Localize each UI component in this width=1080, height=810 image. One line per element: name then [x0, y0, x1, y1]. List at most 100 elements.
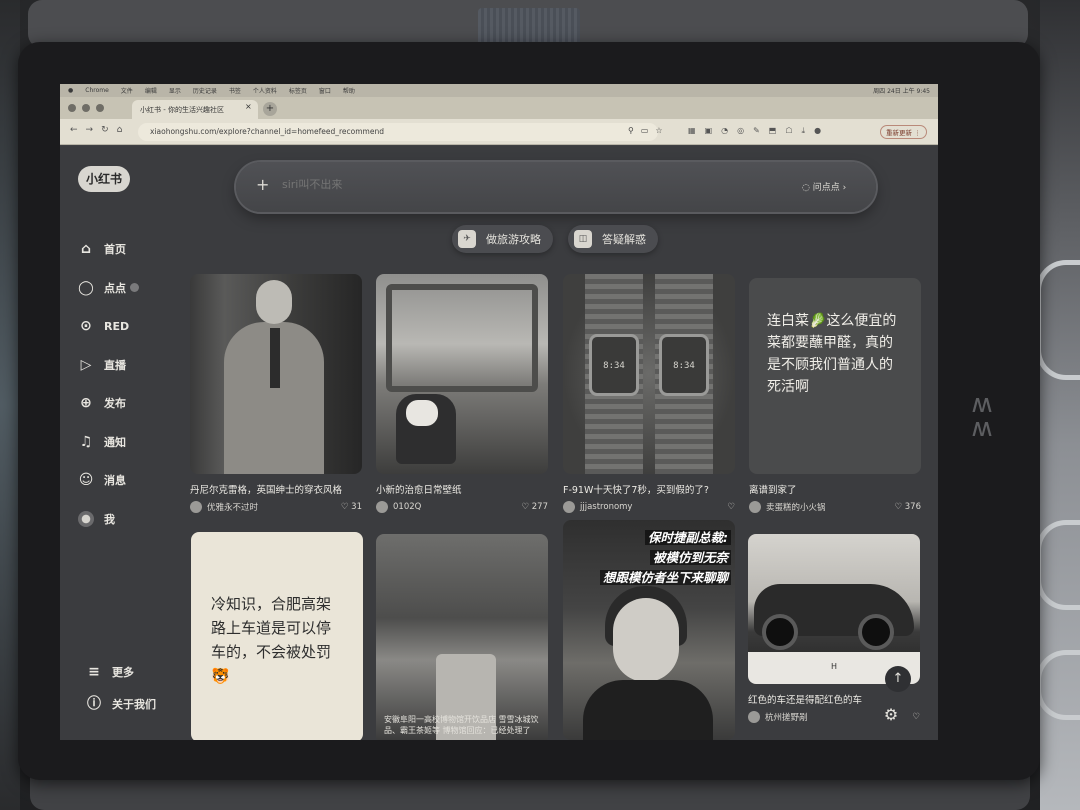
author-name[interactable]: 优雅永不过时: [207, 501, 258, 513]
address-bar[interactable]: xiaohongshu.com/explore?channel_id=homef…: [138, 123, 658, 141]
menu-item[interactable]: 书签: [229, 86, 241, 95]
menu-item[interactable]: 历史记录: [193, 86, 217, 95]
sidebar-item-about[interactable]: ⓘ 关于我们: [86, 688, 186, 720]
card-title[interactable]: 离谱到家了: [749, 482, 921, 496]
home-icon[interactable]: ⌂: [117, 125, 131, 135]
menu-item[interactable]: 文件: [121, 86, 133, 95]
tab-close-icon[interactable]: ×: [245, 102, 252, 111]
card-cover-text[interactable]: 连白菜🥬这么便宜的菜都要蘸甲醛，真的是不顾我们普通人的死活啊: [749, 278, 921, 474]
chip-label: 答疑解惑: [602, 233, 646, 246]
sidebar-item-home[interactable]: ⌂ 首页: [78, 230, 178, 269]
extension-icon[interactable]: ▣: [705, 126, 722, 135]
ask-button[interactable]: ◌ 问点点 ›: [802, 180, 846, 193]
extension-icon[interactable]: ✎: [753, 126, 769, 135]
settings-gear-icon[interactable]: ⚙: [878, 702, 904, 728]
author-avatar[interactable]: [749, 501, 761, 513]
extension-icon[interactable]: ▦: [688, 126, 705, 135]
sidebar-item-diandian[interactable]: ◯ 点点: [78, 269, 178, 308]
extension-icon[interactable]: ⬒: [769, 126, 786, 135]
menu-item[interactable]: 显示: [169, 86, 181, 95]
menu-item[interactable]: 个人资料: [253, 86, 277, 95]
brand-logo[interactable]: 小红书: [78, 166, 130, 192]
feed-card[interactable]: 保时捷副总裁: 被模仿到无奈 想跟模仿者坐下来聊聊: [563, 520, 735, 740]
author-name[interactable]: 卖蛋糕的小火锅: [766, 501, 826, 513]
card-cover-photo[interactable]: [190, 274, 362, 474]
search-input[interactable]: [282, 178, 682, 191]
apple-icon[interactable]: ●: [68, 87, 73, 94]
author-name[interactable]: 0102Q: [393, 502, 421, 512]
back-icon[interactable]: ←: [70, 125, 86, 135]
sidebar-item-red[interactable]: ⊙ RED: [78, 307, 178, 346]
download-icon[interactable]: ⤓: [802, 126, 815, 135]
feed-card[interactable]: 丹尼尔克雷格，英国绅士的穿衣风格 优雅永不过时 ♡ 31: [190, 274, 362, 513]
like-count[interactable]: ♡ 376: [894, 502, 921, 512]
card-cover-photo[interactable]: 安徽阜阳一高校博物馆开饮品店 雪雪冰城饮品、霸王茶姬等 博物馆回应：已经处理了: [376, 534, 548, 740]
card-cover-photo[interactable]: 8:34 8:34: [563, 274, 735, 474]
feed-card[interactable]: 小新的治愈日常壁纸 0102Q ♡ 277: [376, 274, 548, 513]
sidebar-item-me[interactable]: 我: [78, 500, 178, 539]
menu-item[interactable]: 标签页: [289, 86, 307, 95]
author-avatar[interactable]: [563, 501, 575, 513]
profile-icon[interactable]: ●: [814, 126, 830, 135]
suggestion-chip-travel[interactable]: ✈ 做旅游攻略: [452, 225, 553, 253]
menu-item[interactable]: 窗口: [319, 86, 331, 95]
sidebar-item-publish[interactable]: ⊕ 发布: [78, 384, 178, 423]
cover-caption: 安徽阜阳一高校博物馆开饮品店 雪雪冰城饮品、霸王茶姬等 博物馆回应：已经处理了: [384, 715, 539, 735]
minimize-window-icon[interactable]: [82, 104, 90, 112]
feed-card[interactable]: 冷知识，合肥高架路上车道是可以停车的，不会被处罚🐯: [191, 532, 363, 740]
relaunch-button[interactable]: 重新更新 ⋮: [880, 125, 927, 139]
cast-icon[interactable]: ▭: [641, 126, 656, 135]
spinner-icon: ◌: [802, 183, 813, 193]
card-cover-photo[interactable]: [376, 274, 548, 474]
feed-card[interactable]: 安徽阜阳一高校博物馆开饮品店 雪雪冰城饮品、霸王茶姬等 博物馆回应：已经处理了: [376, 534, 548, 740]
like-count[interactable]: ♡: [727, 502, 735, 512]
card-cover-text[interactable]: 冷知识，合肥高架路上车道是可以停车的，不会被处罚🐯: [191, 532, 363, 740]
like-count[interactable]: ♡ 31: [341, 502, 362, 512]
sidebar-item-label: 通知: [104, 435, 126, 449]
back-to-top-button[interactable]: ↑: [885, 666, 911, 692]
close-window-icon[interactable]: [68, 104, 76, 112]
author-avatar[interactable]: [376, 501, 388, 513]
new-tab-button[interactable]: +: [263, 102, 277, 116]
menu-item[interactable]: 帮助: [343, 86, 355, 95]
plus-icon[interactable]: +: [256, 175, 269, 194]
extension-icon[interactable]: ☖: [785, 126, 801, 135]
zoom-icon[interactable]: ⚲: [628, 126, 641, 135]
bookmark-star-icon[interactable]: ☆: [655, 126, 669, 135]
feed-card[interactable]: 8:34 8:34 F-91W十天快了7秒，买到假的了? jjjastronom…: [563, 274, 735, 513]
like-count[interactable]: ♡: [912, 712, 920, 722]
sidebar-item-notify[interactable]: ♫ 通知: [78, 423, 178, 462]
card-cover-photo[interactable]: H: [748, 534, 920, 684]
photo-scene: ʍʍ ● Chrome 文件 编辑 显示 历史记录 书签 个人资料 标签页 窗口…: [0, 0, 1080, 810]
card-title[interactable]: 丹尼尔克雷格，英国绅士的穿衣风格: [190, 482, 362, 496]
forward-icon[interactable]: →: [86, 125, 102, 135]
watch-display: 8:34: [659, 334, 709, 396]
like-count[interactable]: ♡ 277: [521, 502, 548, 512]
card-cover-photo[interactable]: 保时捷副总裁: 被模仿到无奈 想跟模仿者坐下来聊聊: [563, 520, 735, 740]
menu-item[interactable]: 编辑: [145, 86, 157, 95]
card-title[interactable]: F-91W十天快了7秒，买到假的了?: [563, 482, 735, 496]
author-name[interactable]: 杭州搓野剐: [765, 711, 808, 723]
nav-buttons: ←→↻⌂: [70, 125, 130, 135]
xiaohongshu-page: 小红书 + ◌ 问点点 › ✈ 做旅游攻略 ◫ 答疑解惑 ⌂ 首页 ◯ 点点 ⊙ RE…: [60, 146, 938, 740]
sidebar-item-live[interactable]: ▷ 直播: [78, 346, 178, 385]
sidebar-item-more[interactable]: ≡ 更多: [86, 656, 186, 688]
suggestion-chip-qa[interactable]: ◫ 答疑解惑: [568, 225, 658, 253]
extension-icon[interactable]: ◔: [721, 126, 737, 135]
card-meta: 优雅永不过时 ♡ 31: [190, 501, 362, 513]
sidebar-item-messages[interactable]: ☺ 消息: [78, 461, 178, 500]
extension-icon[interactable]: ◎: [737, 126, 753, 135]
zoom-window-icon[interactable]: [96, 104, 104, 112]
author-avatar[interactable]: [190, 501, 202, 513]
card-title[interactable]: 小新的治愈日常壁纸: [376, 482, 548, 496]
reload-icon[interactable]: ↻: [101, 125, 117, 135]
menubar-clock[interactable]: 周四 24日 上午 9:45: [873, 86, 938, 95]
author-name[interactable]: jjjastronomy: [580, 502, 632, 512]
sidebar-item-label: 消息: [104, 474, 126, 488]
feed-card[interactable]: 连白菜🥬这么便宜的菜都要蘸甲醛，真的是不顾我们普通人的死活啊 离谱到家了 卖蛋糕…: [749, 278, 921, 513]
menu-item[interactable]: Chrome: [85, 87, 109, 94]
browser-tab[interactable]: 小红书 - 你的生活兴趣社区: [132, 100, 258, 119]
search-bar[interactable]: + ◌ 问点点 ›: [236, 162, 876, 212]
feed-card[interactable]: H 红色的车还是得配红色的车 杭州搓野剐 ♡: [748, 534, 920, 723]
author-avatar[interactable]: [748, 711, 760, 723]
